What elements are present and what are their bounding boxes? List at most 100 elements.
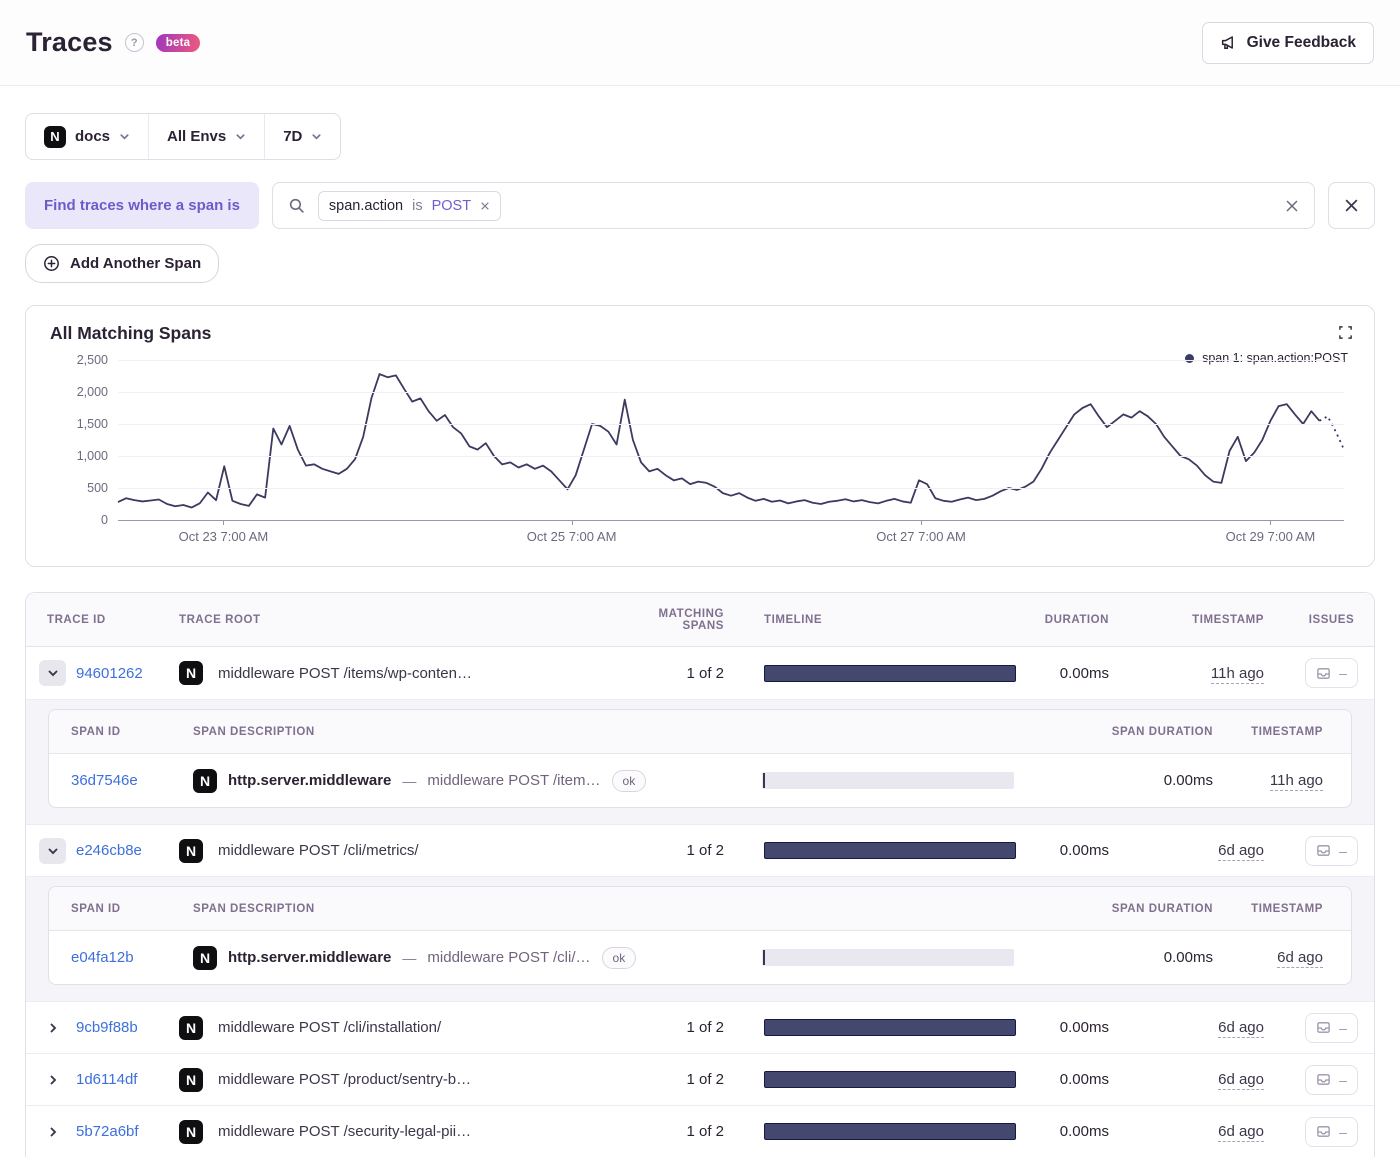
add-another-span-button[interactable]: Add Another Span bbox=[25, 244, 220, 283]
project-selector[interactable]: N docs bbox=[26, 114, 148, 159]
inbox-icon bbox=[1317, 1022, 1330, 1033]
span-timestamp-value: 11h ago bbox=[1269, 772, 1323, 791]
timestamp-value: 6d ago bbox=[1218, 1071, 1264, 1090]
timeline-bar bbox=[764, 1071, 1016, 1088]
issues-indicator: – bbox=[1305, 1012, 1358, 1043]
matching-spans-chart-panel: All Matching Spans span 1: span.action:P… bbox=[25, 305, 1375, 567]
trace-root-text: middleware POST /cli/installation/ bbox=[218, 1019, 442, 1036]
matching-spans-count: 1 of 2 bbox=[686, 1123, 724, 1140]
trace-root-text: middleware POST /product/sentry-b… bbox=[218, 1071, 472, 1088]
span-status-badge: ok bbox=[601, 946, 637, 969]
span-duration-value: 0.00ms bbox=[1163, 772, 1213, 789]
span-id-link[interactable]: 36d7546e bbox=[71, 772, 138, 789]
date-range-label: 7D bbox=[283, 128, 303, 145]
gridline bbox=[118, 456, 1344, 457]
trace-id-link[interactable]: e246cb8e bbox=[76, 842, 142, 859]
span-duration-value: 0.00ms bbox=[1163, 949, 1213, 966]
page-filter-bar: N docs All Envs 7D bbox=[25, 113, 342, 160]
col-span-id: SPAN ID bbox=[71, 902, 121, 915]
chart-area[interactable]: span 1: span.action:POST 2,500 2,000 1,500… bbox=[50, 351, 1350, 552]
duration-value: 0.00ms bbox=[1059, 1071, 1109, 1088]
search-clear-icon[interactable] bbox=[1285, 199, 1299, 213]
collapse-row-button[interactable] bbox=[39, 660, 66, 686]
gridline bbox=[118, 424, 1344, 425]
duration-value: 0.00ms bbox=[1059, 842, 1109, 859]
span-id-link[interactable]: e04fa12b bbox=[71, 949, 134, 966]
trace-id-link[interactable]: 94601262 bbox=[76, 665, 143, 682]
table-row: 9cb9f88b N middleware POST /cli/installa… bbox=[26, 1001, 1374, 1053]
trace-id-link[interactable]: 1d6114df bbox=[76, 1071, 137, 1088]
col-trace-id: TRACE ID bbox=[47, 613, 106, 626]
inbox-icon bbox=[1317, 845, 1330, 856]
expand-row-button[interactable] bbox=[39, 1119, 66, 1145]
col-span-id: SPAN ID bbox=[71, 725, 121, 738]
nextjs-icon: N bbox=[179, 661, 203, 685]
span-table-header-row: SPAN ID SPAN DESCRIPTION SPAN DURATION T… bbox=[49, 887, 1351, 931]
expanded-span-section: SPAN ID SPAN DESCRIPTION SPAN DURATION T… bbox=[26, 699, 1374, 824]
x-tick-label: Oct 27 7:00 AM bbox=[876, 529, 966, 544]
fullscreen-icon bbox=[1339, 326, 1352, 339]
separator: — bbox=[402, 949, 417, 966]
help-icon[interactable]: ? bbox=[124, 33, 144, 52]
token-remove-icon[interactable] bbox=[480, 201, 490, 211]
token-key: span.action bbox=[328, 197, 404, 214]
nextjs-icon: N bbox=[179, 838, 203, 863]
duration-value: 0.00ms bbox=[1059, 664, 1109, 682]
x-tick bbox=[571, 520, 573, 525]
trace-id-link[interactable]: 9cb9f88b bbox=[76, 1019, 138, 1036]
expand-chart-button[interactable] bbox=[1334, 321, 1357, 344]
y-tick-label: 1,500 bbox=[76, 417, 108, 431]
y-tick-label: 1,000 bbox=[76, 449, 108, 463]
search-token[interactable]: span.action is POST bbox=[317, 190, 502, 221]
give-feedback-button[interactable]: Give Feedback bbox=[1201, 21, 1374, 64]
issues-indicator: – bbox=[1305, 1064, 1358, 1095]
col-timestamp: TIMESTAMP bbox=[1192, 613, 1264, 626]
timestamp-value: 6d ago bbox=[1218, 1123, 1264, 1142]
inbox-icon bbox=[1317, 1074, 1330, 1085]
date-range-selector[interactable]: 7D bbox=[264, 114, 340, 159]
inbox-icon bbox=[1317, 1126, 1330, 1137]
span-row: 36d7546e N http.server.middleware — midd… bbox=[49, 754, 1351, 807]
col-trace-root: TRACE ROOT bbox=[179, 613, 261, 626]
span-timeline-bar bbox=[762, 772, 1014, 789]
col-issues: ISSUES bbox=[1308, 613, 1355, 626]
x-tick-label: Oct 25 7:00 AM bbox=[526, 529, 617, 544]
span-row: e04fa12b N http.server.middleware — midd… bbox=[49, 931, 1351, 984]
x-tick bbox=[921, 520, 923, 525]
beta-badge: beta bbox=[155, 33, 201, 52]
span-status-badge: ok bbox=[611, 769, 647, 792]
top-bar: Traces ? beta Give Feedback bbox=[0, 0, 1400, 86]
trace-root-text: middleware POST /items/wp-conten… bbox=[218, 664, 472, 682]
matching-spans-count: 1 of 2 bbox=[686, 1019, 724, 1036]
timeline-bar bbox=[764, 842, 1016, 859]
nextjs-icon: N bbox=[44, 125, 66, 148]
timestamp-value: 6d ago bbox=[1218, 842, 1264, 861]
issues-count: – bbox=[1339, 842, 1347, 859]
span-description-text: middleware POST /item… bbox=[427, 772, 601, 789]
y-tick-label: 500 bbox=[87, 481, 108, 495]
gridline bbox=[118, 520, 1344, 521]
span-position-marker bbox=[763, 950, 765, 965]
token-value: POST bbox=[431, 197, 472, 214]
span-op: http.server.middleware bbox=[228, 949, 392, 966]
span-search-input[interactable]: span.action is POST bbox=[271, 182, 1315, 229]
chart-title: All Matching Spans bbox=[50, 323, 212, 343]
trace-root-text: middleware POST /cli/metrics/ bbox=[218, 842, 419, 859]
span-search-row: Find traces where a span is span.action … bbox=[25, 182, 1375, 229]
find-traces-label: Find traces where a span is bbox=[25, 182, 259, 229]
environment-selector[interactable]: All Envs bbox=[148, 114, 264, 159]
issues-count: – bbox=[1339, 1123, 1347, 1140]
nextjs-icon: N bbox=[179, 1015, 203, 1040]
expand-row-button[interactable] bbox=[39, 1015, 66, 1041]
token-operator: is bbox=[412, 197, 423, 214]
collapse-row-button[interactable] bbox=[39, 837, 66, 864]
expand-row-button[interactable] bbox=[39, 1067, 66, 1093]
timestamp-value: 11h ago bbox=[1210, 664, 1264, 684]
gridline bbox=[118, 392, 1344, 393]
matching-spans-count: 1 of 2 bbox=[686, 842, 724, 859]
issues-indicator: – bbox=[1305, 1116, 1358, 1147]
col-span-description: SPAN DESCRIPTION bbox=[193, 725, 315, 738]
table-row: 5b72a6bf N middleware POST /security-leg… bbox=[26, 1105, 1374, 1157]
remove-span-filter-button[interactable] bbox=[1328, 182, 1375, 229]
trace-id-link[interactable]: 5b72a6bf bbox=[76, 1123, 139, 1140]
